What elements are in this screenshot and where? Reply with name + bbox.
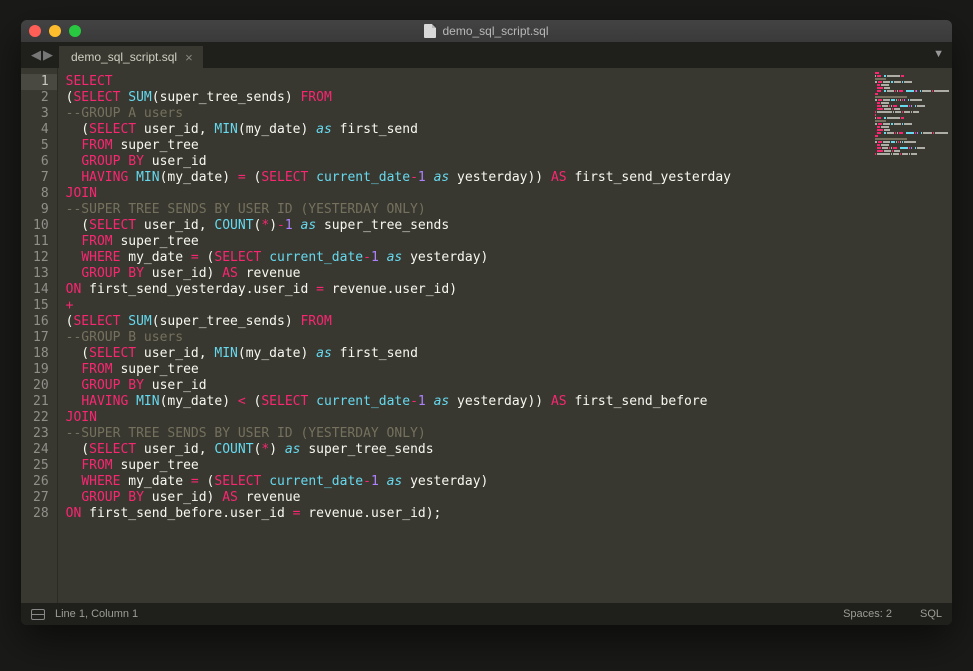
editor-window: demo_sql_script.sql ◀ ▶ demo_sql_script.… — [21, 20, 952, 625]
line-number[interactable]: 15 — [33, 298, 49, 314]
syntax-mode[interactable]: SQL — [920, 608, 942, 620]
code-line[interactable]: FROM super_tree — [66, 362, 731, 378]
line-number[interactable]: 5 — [33, 138, 49, 154]
window-controls — [29, 25, 81, 37]
line-number[interactable]: 21 — [33, 394, 49, 410]
line-number[interactable]: 17 — [33, 330, 49, 346]
code-line[interactable]: --SUPER TREE SENDS BY USER ID (YESTERDAY… — [66, 426, 731, 442]
code-line[interactable]: (SELECT user_id, MIN(my_date) as first_s… — [66, 122, 731, 138]
line-number[interactable]: 14 — [33, 282, 49, 298]
file-tab-label: demo_sql_script.sql — [71, 50, 177, 64]
line-number[interactable]: 9 — [33, 202, 49, 218]
document-icon — [424, 24, 436, 38]
line-number[interactable]: 19 — [33, 362, 49, 378]
code-line[interactable]: ON first_send_before.user_id = revenue.u… — [66, 506, 731, 522]
code-line[interactable]: --GROUP A users — [66, 106, 731, 122]
minimize-window-button[interactable] — [49, 25, 61, 37]
panel-toggle-icon[interactable] — [31, 609, 45, 620]
nav-forward-icon[interactable]: ▶ — [43, 47, 53, 63]
file-tab[interactable]: demo_sql_script.sql × — [59, 46, 203, 68]
code-line[interactable]: GROUP BY user_id — [66, 378, 731, 394]
line-number[interactable]: 18 — [33, 346, 49, 362]
nav-back-icon[interactable]: ◀ — [31, 47, 41, 63]
code-content[interactable]: SELECT(SELECT SUM(super_tree_sends) FROM… — [58, 68, 731, 603]
code-line[interactable]: GROUP BY user_id — [66, 154, 731, 170]
code-line[interactable]: JOIN — [66, 186, 731, 202]
code-line[interactable]: FROM super_tree — [66, 138, 731, 154]
tab-history-nav: ◀ ▶ — [25, 42, 59, 68]
indent-setting[interactable]: Spaces: 2 — [843, 608, 892, 620]
code-line[interactable]: JOIN — [66, 410, 731, 426]
code-line[interactable]: (SELECT user_id, COUNT(*)-1 as super_tre… — [66, 218, 731, 234]
maximize-window-button[interactable] — [69, 25, 81, 37]
code-line[interactable]: (SELECT SUM(super_tree_sends) FROM — [66, 90, 731, 106]
window-title-text: demo_sql_script.sql — [442, 24, 548, 38]
code-line[interactable]: --GROUP B users — [66, 330, 731, 346]
line-number[interactable]: 3 — [33, 106, 49, 122]
line-number[interactable]: 11 — [33, 234, 49, 250]
line-number[interactable]: 2 — [33, 90, 49, 106]
tab-overflow-icon[interactable]: ▼ — [933, 48, 944, 60]
editor-area: 1234567891011121314151617181920212223242… — [21, 68, 952, 603]
code-line[interactable]: FROM super_tree — [66, 234, 731, 250]
tab-bar: ◀ ▶ demo_sql_script.sql × ▼ — [21, 42, 952, 68]
line-number[interactable]: 7 — [33, 170, 49, 186]
line-number[interactable]: 4 — [33, 122, 49, 138]
code-line[interactable]: FROM super_tree — [66, 458, 731, 474]
code-line[interactable]: --SUPER TREE SENDS BY USER ID (YESTERDAY… — [66, 202, 731, 218]
line-number[interactable]: 27 — [33, 490, 49, 506]
line-number[interactable]: 28 — [33, 506, 49, 522]
code-line[interactable]: WHERE my_date = (SELECT current_date-1 a… — [66, 474, 731, 490]
titlebar[interactable]: demo_sql_script.sql — [21, 20, 952, 42]
line-number[interactable]: 22 — [33, 410, 49, 426]
code-line[interactable]: (SELECT user_id, COUNT(*) as super_tree_… — [66, 442, 731, 458]
code-line[interactable]: (SELECT SUM(super_tree_sends) FROM — [66, 314, 731, 330]
close-window-button[interactable] — [29, 25, 41, 37]
code-line[interactable]: SELECT — [66, 74, 731, 90]
line-number[interactable]: 1 — [21, 74, 57, 90]
line-number[interactable]: 13 — [33, 266, 49, 282]
line-number[interactable]: 10 — [33, 218, 49, 234]
code-line[interactable]: (SELECT user_id, MIN(my_date) as first_s… — [66, 346, 731, 362]
status-bar: Line 1, Column 1 Spaces: 2 SQL — [21, 603, 952, 625]
line-gutter[interactable]: 1234567891011121314151617181920212223242… — [21, 68, 58, 603]
code-line[interactable]: + — [66, 298, 731, 314]
code-line[interactable]: GROUP BY user_id) AS revenue — [66, 266, 731, 282]
code-line[interactable]: ON first_send_yesterday.user_id = revenu… — [66, 282, 731, 298]
line-number[interactable]: 16 — [33, 314, 49, 330]
line-number[interactable]: 24 — [33, 442, 49, 458]
line-number[interactable]: 12 — [33, 250, 49, 266]
code-line[interactable]: HAVING MIN(my_date) < (SELECT current_da… — [66, 394, 731, 410]
code-line[interactable]: GROUP BY user_id) AS revenue — [66, 490, 731, 506]
line-number[interactable]: 25 — [33, 458, 49, 474]
line-number[interactable]: 6 — [33, 154, 49, 170]
code-line[interactable]: HAVING MIN(my_date) = (SELECT current_da… — [66, 170, 731, 186]
line-number[interactable]: 20 — [33, 378, 49, 394]
cursor-position[interactable]: Line 1, Column 1 — [55, 608, 138, 620]
code-line[interactable]: WHERE my_date = (SELECT current_date-1 a… — [66, 250, 731, 266]
line-number[interactable]: 26 — [33, 474, 49, 490]
line-number[interactable]: 8 — [33, 186, 49, 202]
line-number[interactable]: 23 — [33, 426, 49, 442]
close-tab-icon[interactable]: × — [185, 51, 193, 64]
minimap[interactable] — [872, 68, 952, 603]
window-title: demo_sql_script.sql — [21, 24, 952, 38]
